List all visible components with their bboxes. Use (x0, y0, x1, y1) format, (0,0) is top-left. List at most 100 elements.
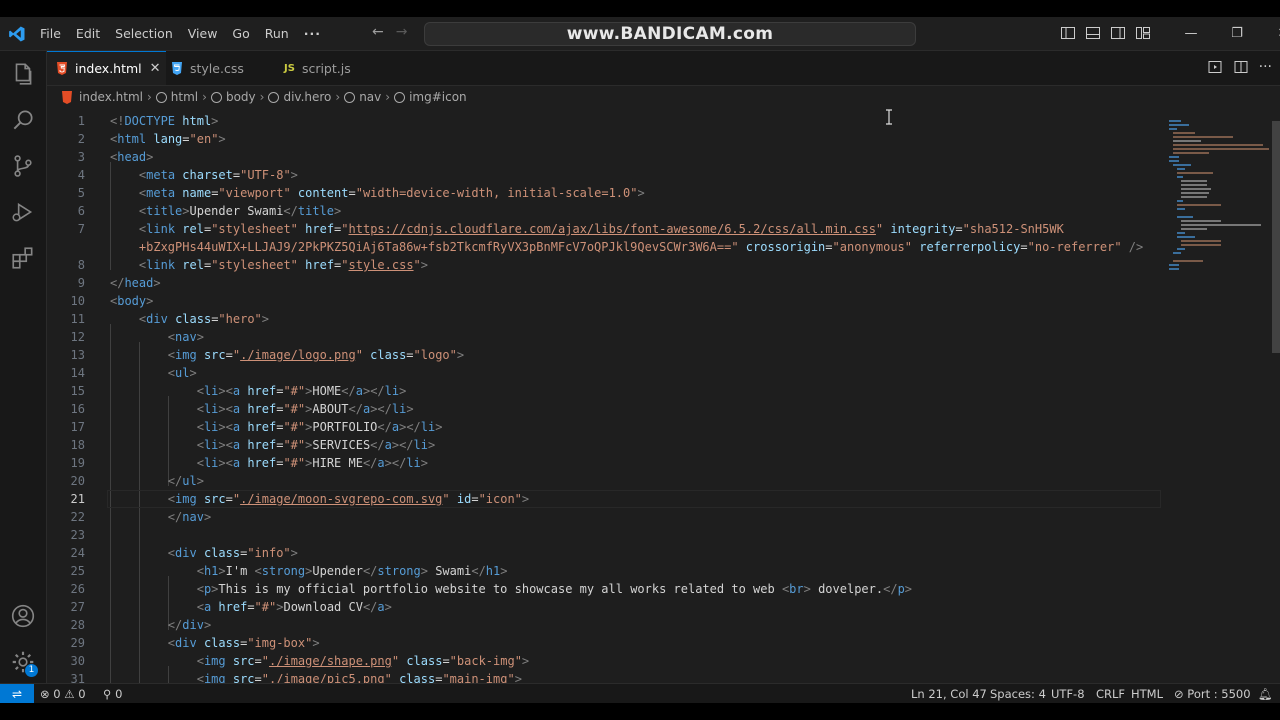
code-line[interactable]: 9 </head> (47, 274, 1165, 292)
live-server-port[interactable]: ⊘ Port : 5500 (1174, 684, 1251, 703)
menu-selection[interactable]: Selection (115, 26, 173, 41)
breadcrumb-item-nav[interactable]: nav (359, 90, 381, 104)
code-line[interactable]: 31 <img src="./image/pic5.png" class="ma… (47, 670, 1165, 683)
code-line[interactable]: 2 <html lang="en"> (47, 130, 1165, 148)
breadcrumb-item-div-hero[interactable]: div.hero (283, 90, 331, 104)
code-line[interactable]: 27 <a href="#">Download CV</a> (47, 598, 1165, 616)
code-line[interactable]: 28 </div> (47, 616, 1165, 634)
tab-index-html[interactable]: index.html ✕ (47, 51, 166, 85)
more-actions-icon[interactable]: ··· (1259, 59, 1272, 75)
layout-controls (1060, 25, 1151, 41)
toggle-panel-icon[interactable] (1085, 25, 1101, 41)
notifications-bell-icon[interactable]: 🔔︎ (1258, 684, 1273, 703)
code-line[interactable]: 12 <nav> (47, 328, 1165, 346)
toggle-secondary-sidebar-icon[interactable] (1110, 25, 1126, 41)
code-line[interactable]: 8 <link rel="stylesheet" href="style.css… (47, 256, 1165, 274)
command-center[interactable]: www.BANDICAM.com (424, 22, 916, 46)
line-code: <div class="img-box"> (167, 636, 320, 650)
code-line[interactable]: +bZxgPHs44uWIX+LLJAJ9/2PkPKZ5QiAj6Ta86w+… (47, 238, 1165, 256)
line-number: 10 (70, 294, 85, 308)
code-line[interactable]: 13 <img src="./image/logo.png" class="lo… (47, 346, 1165, 364)
code-line[interactable]: 24 <div class="info"> (47, 544, 1165, 562)
code-line[interactable]: 26 <p>This is my official portfolio webs… (47, 580, 1165, 598)
code-line[interactable]: 5 <meta name="viewport" content="width=d… (47, 184, 1165, 202)
code-line[interactable]: 10 <body> (47, 292, 1165, 310)
menu-more-icon[interactable]: ··· (304, 26, 321, 41)
cursor-position[interactable]: Ln 21, Col 47 (911, 684, 987, 703)
code-line[interactable]: 22 </nav> (47, 508, 1165, 526)
code-line[interactable]: 18 <li><a href="#">SERVICES</a></li> (47, 436, 1165, 454)
tab-script-js[interactable]: JS script.js (275, 51, 380, 85)
remote-indicator-icon[interactable]: ⇌ (0, 684, 34, 703)
code-line[interactable]: 4 <meta charset="UTF-8"> (47, 166, 1165, 184)
code-line[interactable]: 11 <div class="hero"> (47, 310, 1165, 328)
customize-layout-icon[interactable] (1135, 25, 1151, 41)
vertical-scrollbar-thumb[interactable] (1272, 121, 1280, 353)
breadcrumb-item-file[interactable]: index.html (79, 90, 143, 104)
menu-edit[interactable]: Edit (76, 26, 100, 41)
line-number: 1 (77, 114, 85, 128)
breadcrumb-item-body[interactable]: body (226, 90, 256, 104)
source-control-icon[interactable] (10, 153, 36, 179)
history-nav: ← → (372, 24, 407, 40)
encoding[interactable]: UTF-8 (1051, 684, 1085, 703)
code-line[interactable]: 20 </ul> (47, 472, 1165, 490)
breadcrumb: index.html › html › body › div.hero › na… (47, 86, 467, 108)
forward-arrow-icon[interactable]: → (396, 24, 408, 40)
run-debug-icon[interactable] (10, 199, 36, 225)
line-number: 22 (70, 510, 85, 524)
close-tab-icon[interactable]: ✕ (150, 61, 161, 76)
code-line[interactable]: 17 <li><a href="#">PORTFOLIO</a></li> (47, 418, 1165, 436)
language-mode[interactable]: HTML (1131, 684, 1163, 703)
line-number: 19 (70, 456, 85, 470)
code-line[interactable]: 16 <li><a href="#">ABOUT</a></li> (47, 400, 1165, 418)
code-line[interactable]: 3 <head> (47, 148, 1165, 166)
close-window-icon[interactable]: ✕ (1260, 26, 1280, 41)
code-line[interactable]: 21 <img src="./image/moon-svgrepo-com.sv… (47, 490, 1165, 508)
chevron-right-icon: › (202, 90, 207, 104)
line-code: <ul> (167, 366, 197, 380)
code-line[interactable]: 14 <ul> (47, 364, 1165, 382)
error-icon: ⊗ (40, 687, 50, 701)
code-line[interactable]: 15 <li><a href="#">HOME</a></li> (47, 382, 1165, 400)
code-line[interactable]: 23 (47, 526, 1165, 544)
code-line[interactable]: 6 <title>Upender Swami</title> (47, 202, 1165, 220)
code-line[interactable]: 29 <div class="img-box"> (47, 634, 1165, 652)
minimize-icon[interactable]: — (1168, 26, 1214, 41)
status-bar: ⇌ ⊗ 0 ⚠ 0 ⚲ 0 Ln 21, Col 47 Spaces: 4 UT… (0, 683, 1280, 703)
code-line[interactable]: 30 <img src="./image/shape.png" class="b… (47, 652, 1165, 670)
search-icon[interactable] (10, 107, 36, 133)
code-line[interactable]: 25 <h1>I'm <strong>Upender</strong> Swam… (47, 562, 1165, 580)
line-code: <li><a href="#">PORTFOLIO</a></li> (196, 420, 443, 434)
code-editor[interactable]: 1 <!DOCTYPE html> 2 <html lang="en"> 3 <head>… (47, 108, 1165, 683)
ports-indicator[interactable]: ⚲ 0 (103, 684, 122, 703)
code-line[interactable]: 7 <link rel="stylesheet" href="https://c… (47, 220, 1165, 238)
back-arrow-icon[interactable]: ← (372, 24, 384, 40)
menu-bar: File Edit Selection View Go Run ··· (40, 17, 336, 50)
html5-icon (62, 90, 72, 104)
line-ending[interactable]: CRLF (1096, 684, 1125, 703)
menu-go[interactable]: Go (232, 26, 249, 41)
indentation[interactable]: Spaces: 4 (990, 684, 1046, 703)
account-icon[interactable] (10, 603, 36, 629)
menu-file[interactable]: File (40, 26, 61, 41)
split-editor-icon[interactable] (1233, 59, 1249, 75)
restore-icon[interactable]: ❐ (1214, 26, 1260, 41)
problems-indicator[interactable]: ⊗ 0 ⚠ 0 (40, 684, 86, 703)
settings-badge: 1 (25, 664, 38, 677)
code-line[interactable]: 19 <li><a href="#">HIRE ME</a></li> (47, 454, 1165, 472)
line-number: 20 (70, 474, 85, 488)
open-preview-icon[interactable] (1207, 59, 1223, 75)
tab-style-css[interactable]: style.css (162, 51, 279, 85)
explorer-icon[interactable] (10, 61, 36, 87)
toggle-primary-sidebar-icon[interactable] (1060, 25, 1076, 41)
breadcrumb-item-html[interactable]: html (171, 90, 198, 104)
code-line[interactable]: 1 <!DOCTYPE html> (47, 112, 1165, 130)
menu-view[interactable]: View (188, 26, 218, 41)
breadcrumb-item-img-icon[interactable]: img#icon (409, 90, 467, 104)
menu-run[interactable]: Run (265, 26, 289, 41)
minimap[interactable] (1165, 108, 1270, 683)
line-code: <a href="#">Download CV</a> (196, 600, 392, 614)
tab-label: style.css (190, 60, 244, 76)
extensions-icon[interactable] (10, 245, 36, 271)
